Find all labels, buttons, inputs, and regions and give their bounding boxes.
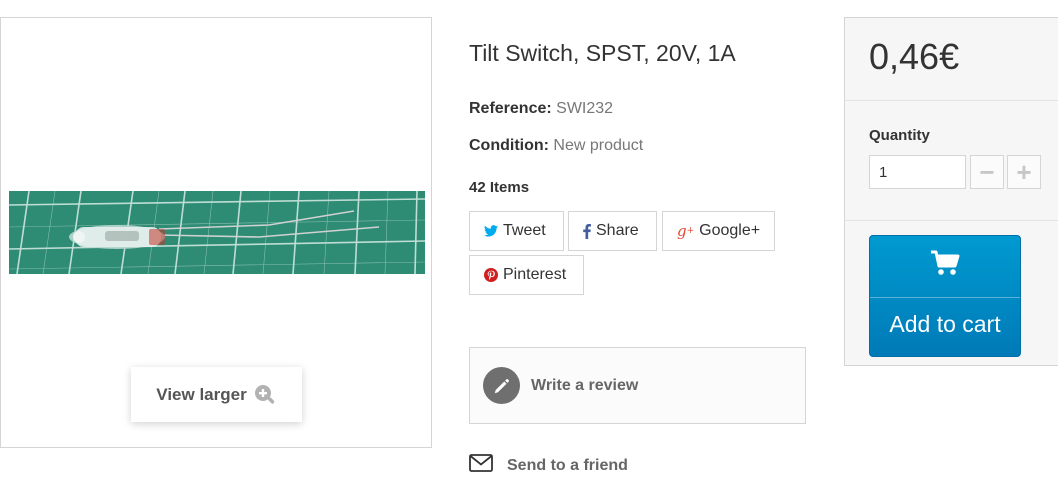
quantity-plus-button[interactable]: + xyxy=(1007,155,1041,189)
share-label: Share xyxy=(596,222,639,239)
google-plus-button[interactable]: g + Google+ xyxy=(662,211,775,251)
send-to-friend-label: Send to a friend xyxy=(507,456,628,474)
pinterest-label: Pinterest xyxy=(503,266,567,283)
condition-label: Condition: xyxy=(469,137,549,154)
product-price: 0,46€ xyxy=(869,36,960,77)
quantity-section: Quantity − + xyxy=(845,101,1058,221)
tweet-label: Tweet xyxy=(503,222,546,239)
product-reference: Reference: SWI232 xyxy=(469,100,613,118)
twitter-icon xyxy=(484,225,498,237)
tweet-button[interactable]: Tweet xyxy=(469,211,564,251)
pinterest-icon xyxy=(484,268,498,282)
reference-value: SWI232 xyxy=(556,100,614,117)
view-larger-button[interactable]: View larger xyxy=(131,367,302,422)
envelope-icon xyxy=(469,454,493,477)
product-title: Tilt Switch, SPST, 20V, 1A xyxy=(469,40,736,66)
product-condition: Condition: New product xyxy=(469,137,643,155)
stock-quantity: 42 Items xyxy=(469,179,530,196)
reference-label: Reference: xyxy=(469,100,552,117)
pinterest-button[interactable]: Pinterest xyxy=(469,255,584,295)
facebook-icon xyxy=(583,223,591,239)
google-plus-label: Google+ xyxy=(699,222,761,239)
cart-icon xyxy=(870,250,1020,276)
send-to-friend-link[interactable]: Send to a friend xyxy=(469,454,628,477)
quantity-input[interactable] xyxy=(869,155,966,189)
plus-icon: + xyxy=(1016,156,1032,187)
buy-box: 0,46€ Quantity − + Add to cart xyxy=(844,17,1058,366)
pencil-icon xyxy=(483,367,520,404)
product-photo[interactable] xyxy=(9,191,425,274)
product-image-panel: View larger xyxy=(0,17,432,448)
quantity-minus-button[interactable]: − xyxy=(970,155,1004,189)
zoom-plus-icon xyxy=(253,383,277,407)
price-section: 0,46€ xyxy=(845,18,1058,101)
write-review-label: Write a review xyxy=(531,376,639,394)
quantity-label: Quantity xyxy=(869,127,930,144)
google-plus-icon: g + xyxy=(677,222,695,240)
add-to-cart-button[interactable]: Add to cart xyxy=(869,235,1021,357)
write-review-button[interactable]: Write a review xyxy=(469,347,806,424)
add-to-cart-label: Add to cart xyxy=(889,311,1001,337)
minus-icon: − xyxy=(979,156,995,187)
share-button[interactable]: Share xyxy=(568,211,657,251)
condition-value: New product xyxy=(553,137,644,154)
cart-divider xyxy=(870,297,1020,298)
view-larger-label: View larger xyxy=(156,384,247,404)
